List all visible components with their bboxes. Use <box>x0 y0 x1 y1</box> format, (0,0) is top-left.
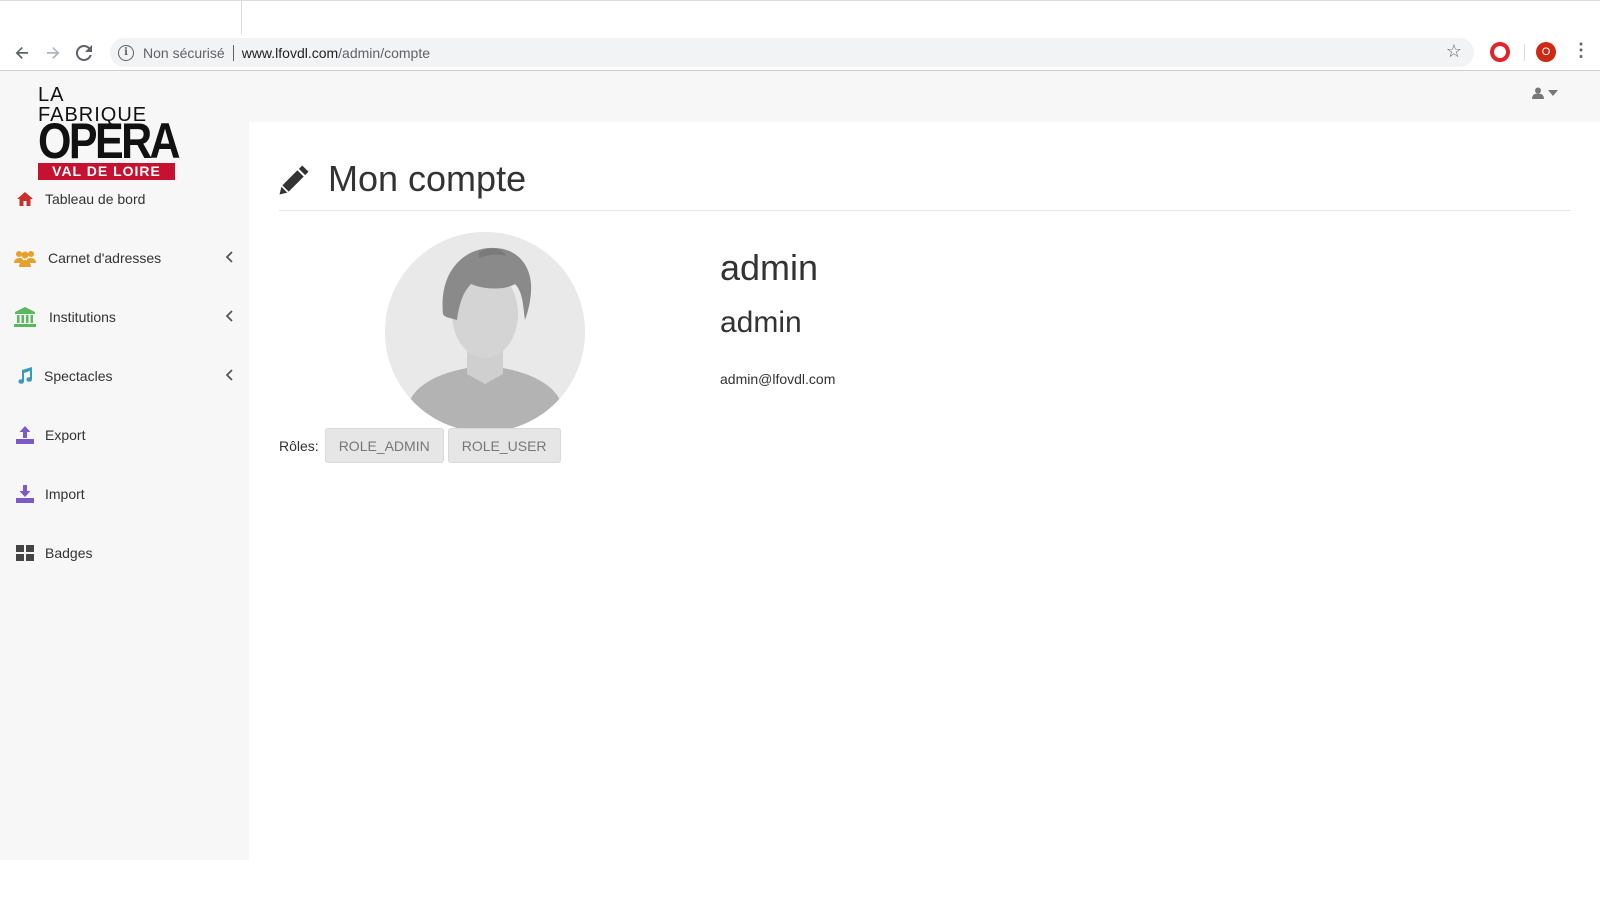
roles-row: Rôles: ROLE_ADMIN ROLE_USER <box>279 428 561 463</box>
logo[interactable]: LA FABRIQUE OPERA VAL DE LOIRE <box>38 85 181 180</box>
user-icon <box>1532 87 1544 99</box>
bookmark-star-icon[interactable]: ☆ <box>1446 41 1462 62</box>
sidebar-item-badges[interactable]: Badges <box>0 533 249 573</box>
role-badge: ROLE_ADMIN <box>324 428 444 463</box>
pencil-icon <box>279 164 309 195</box>
download-icon <box>14 483 36 505</box>
caret-down-icon <box>1548 90 1558 96</box>
url-host: www.lfovdl.com <box>241 44 339 61</box>
toolbar-divider <box>1524 44 1525 61</box>
chevron-left-icon <box>225 309 234 325</box>
security-label: Non sécurisé <box>143 44 225 61</box>
sidebar-item-label: Institutions <box>49 309 116 325</box>
institution-icon <box>14 306 36 328</box>
main-content: Mon compte Rôles: ROLE_ADMIN ROLE_USER a… <box>249 122 1600 860</box>
sidebar-item-label: Carnet d'adresses <box>48 250 162 266</box>
roles-label: Rôles: <box>279 437 319 454</box>
sidebar-item-institutions[interactable]: Institutions <box>0 297 249 337</box>
page-header: Mon compte <box>279 158 526 200</box>
url-path: /admin/compte <box>338 44 430 61</box>
sidebar-item-label: Import <box>45 486 85 502</box>
browser-tabstrip <box>0 0 1600 35</box>
browser-toolbar: i Non sécurisé www.lfovdl.com/admin/comp… <box>0 34 1600 71</box>
sidebar-item-export[interactable]: Export <box>0 415 249 455</box>
home-icon <box>14 188 36 210</box>
chevron-left-icon <box>225 368 234 384</box>
browser-menu-icon[interactable]: ⋮ <box>1572 40 1590 61</box>
sidebar-item-address-book[interactable]: Carnet d'adresses <box>0 238 249 278</box>
address-divider <box>232 44 234 61</box>
sidebar-item-import[interactable]: Import <box>0 474 249 514</box>
back-button[interactable] <box>10 41 34 65</box>
opera-extension-icon[interactable] <box>1490 42 1510 62</box>
profile-avatar <box>385 232 585 432</box>
sidebar-item-dashboard[interactable]: Tableau de bord <box>0 179 249 219</box>
grid-icon <box>14 542 36 564</box>
title-divider <box>279 210 1571 211</box>
address-bar[interactable]: i Non sécurisé www.lfovdl.com/admin/comp… <box>110 38 1474 67</box>
reload-icon <box>76 45 92 61</box>
account-fullname: admin <box>720 306 802 339</box>
arrow-right-icon <box>47 47 60 59</box>
default-avatar-icon <box>385 232 585 432</box>
chevron-left-icon <box>225 250 234 266</box>
role-badge: ROLE_USER <box>447 428 561 463</box>
sidebar-item-label: Spectacles <box>44 368 113 384</box>
info-icon[interactable]: i <box>118 44 134 61</box>
sidebar-item-label: Badges <box>45 545 93 561</box>
app-root: LA FABRIQUE OPERA VAL DE LOIRE Tableau d… <box>0 71 1600 860</box>
user-menu-dropdown[interactable] <box>1532 87 1558 99</box>
music-icon <box>14 365 36 387</box>
page-title: Mon compte <box>328 158 527 199</box>
sidebar-item-label: Export <box>45 427 86 443</box>
profile-avatar-button[interactable]: O <box>1536 42 1556 62</box>
sidebar: LA FABRIQUE OPERA VAL DE LOIRE Tableau d… <box>0 71 249 860</box>
page-bottom-margin <box>0 860 1600 900</box>
sidebar-item-spectacles[interactable]: Spectacles <box>0 356 249 396</box>
upload-icon <box>14 424 36 446</box>
account-email: admin@lfovdl.com <box>720 371 836 387</box>
forward-button[interactable] <box>41 41 65 65</box>
logo-line-2: OPERA <box>38 113 181 169</box>
account-username: admin <box>720 247 819 288</box>
sidebar-item-label: Tableau de bord <box>45 191 146 207</box>
browser-tab[interactable] <box>0 1 242 35</box>
arrow-left-icon <box>15 47 28 59</box>
reload-button[interactable] <box>72 41 96 65</box>
users-icon <box>14 247 36 269</box>
